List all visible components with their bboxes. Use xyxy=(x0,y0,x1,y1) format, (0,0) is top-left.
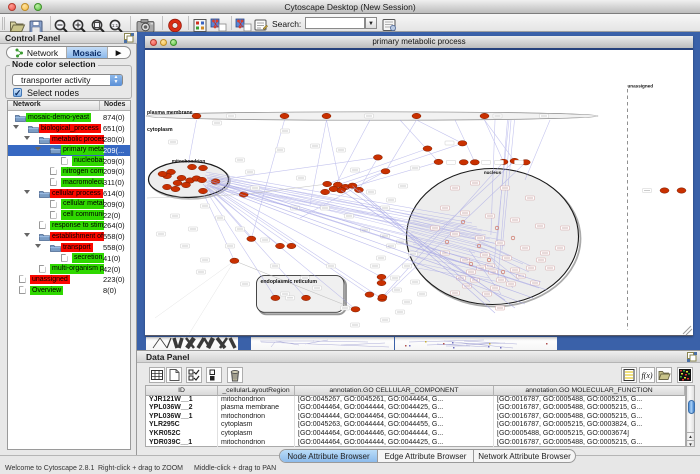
svg-text:endoplasmic reticulum: endoplasmic reticulum xyxy=(261,279,318,285)
svg-text:mitochondrion: mitochondrion xyxy=(172,159,206,165)
svg-text:cytoplasm: cytoplasm xyxy=(147,127,173,133)
svg-text:f(x): f(x) xyxy=(641,371,652,380)
svg-text:1:1: 1:1 xyxy=(112,23,119,28)
svg-text:unassigned: unassigned xyxy=(628,84,654,89)
svg-text:nucleus: nucleus xyxy=(484,170,502,175)
svg-text:plasma membrane: plasma membrane xyxy=(147,110,193,116)
